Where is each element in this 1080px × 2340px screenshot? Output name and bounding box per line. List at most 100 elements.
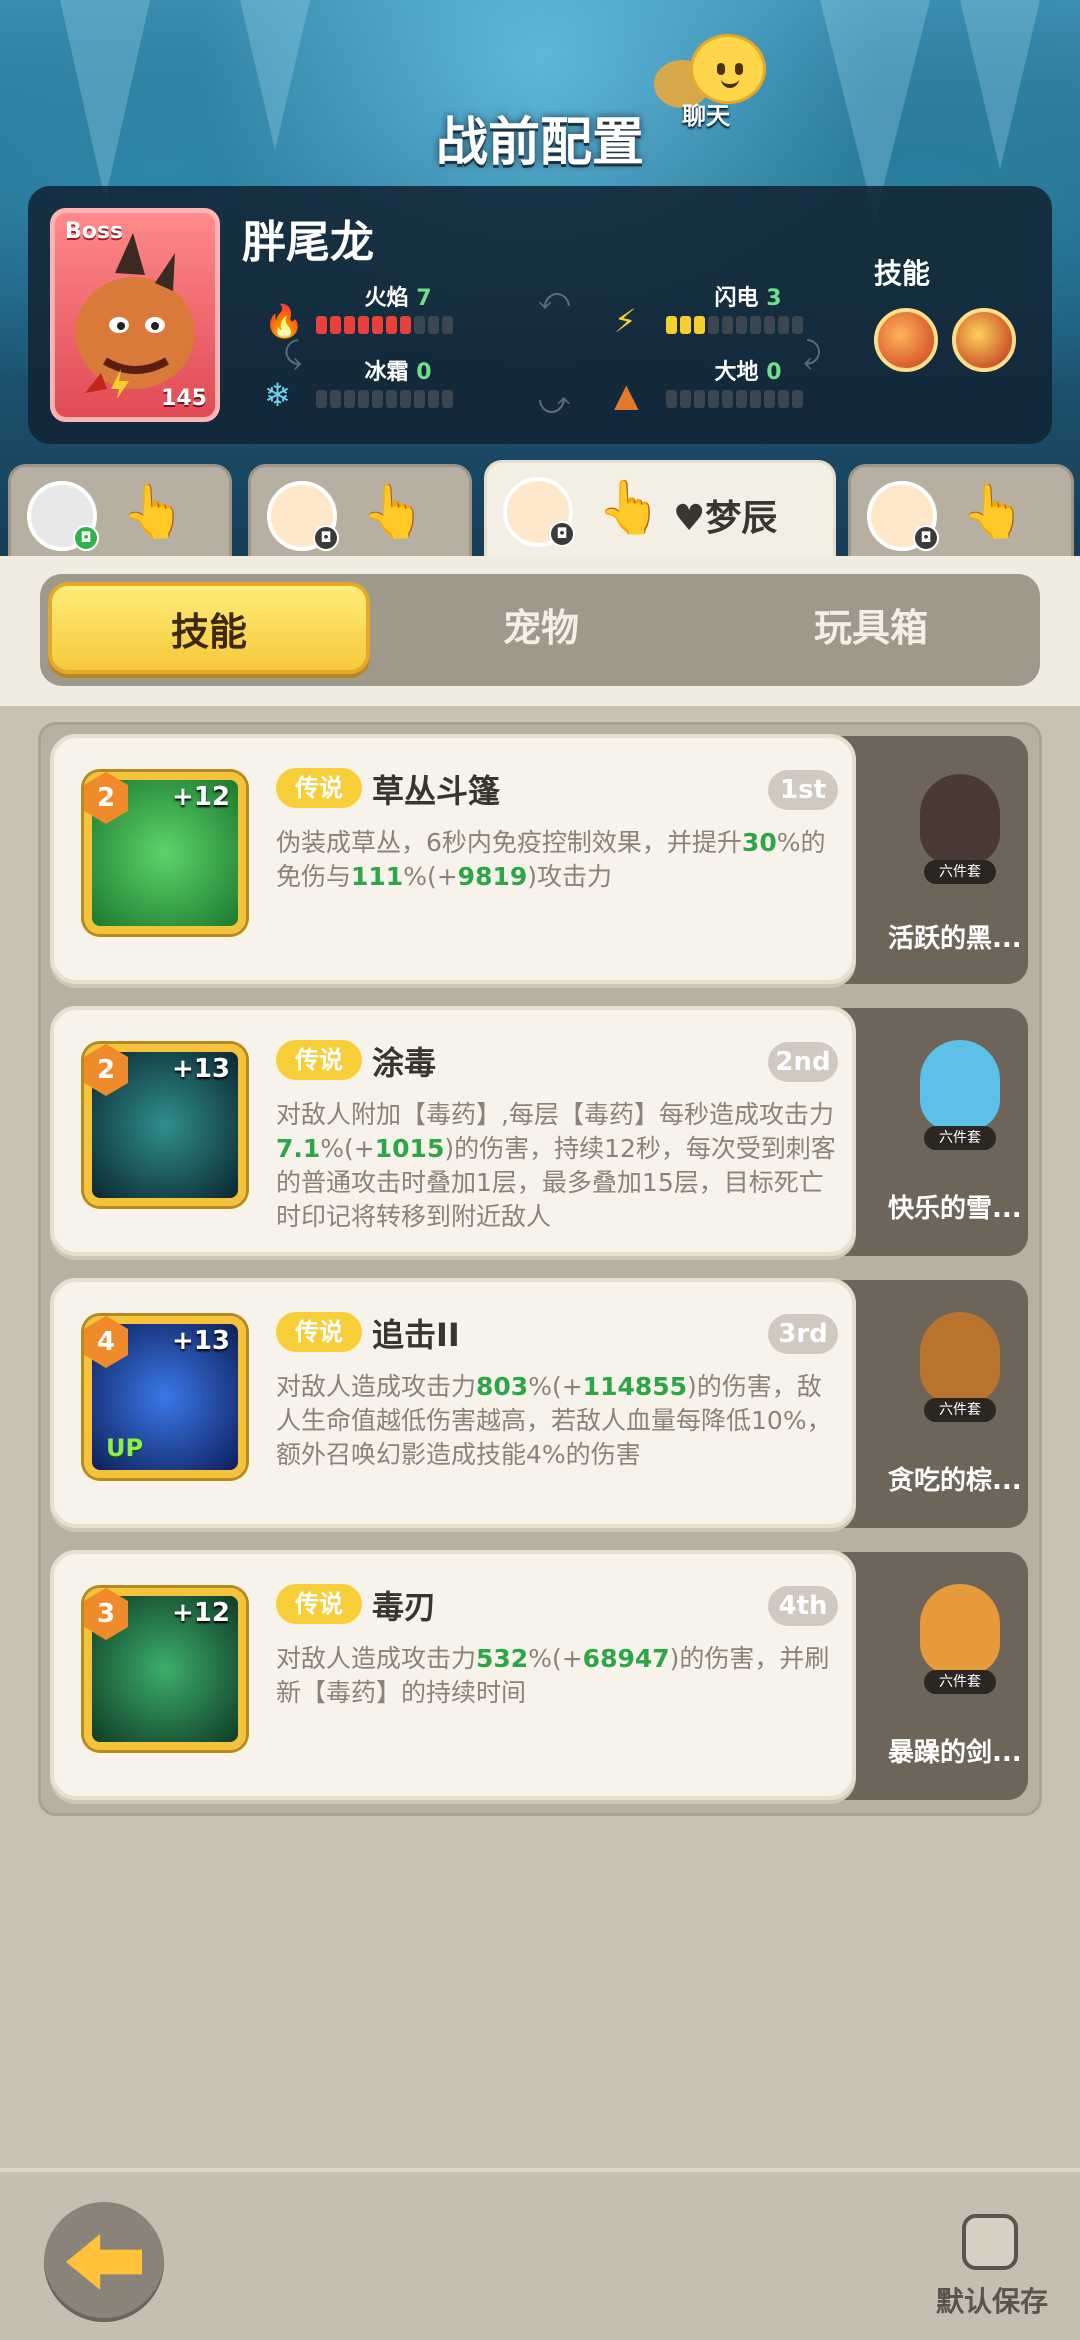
- avatar: ◘: [867, 481, 939, 551]
- skill-card[interactable]: +13 2 传说 涂毒 2nd 对敌人附加【毒药】,每层【毒药】每秒造成攻击力 7…: [50, 1006, 856, 1256]
- element-name: 冰霜: [364, 360, 409, 385]
- tap-hand-icon: 👆: [121, 482, 186, 542]
- element-bar-segment: [414, 316, 425, 334]
- pet-sword-cat-icon: 六件套: [910, 1574, 1010, 1694]
- boss-panel: Boss 145 胖尾龙 ⤺ ⤸ ⤻ ⤹ 火焰 7 🔥 闪电 3 ⚡ 冰霜 0 …: [28, 186, 1052, 444]
- skill-description-text: %(+: [320, 1134, 375, 1163]
- party-tab-4[interactable]: ◘ 👆: [848, 464, 1074, 562]
- avatar: ◘: [503, 477, 575, 547]
- element-bar-segment: [316, 316, 327, 334]
- rarity-badge: 传说: [276, 1584, 362, 1624]
- element-frost: 冰霜 0 ❄: [264, 354, 498, 414]
- skill-description-text: )攻击力: [527, 862, 613, 891]
- skill-value-highlight: 7.1: [276, 1134, 321, 1163]
- chat-button[interactable]: 聊天: [654, 30, 774, 130]
- element-value: 0: [766, 360, 782, 385]
- element-bar-segment: [330, 316, 341, 334]
- pet-name: 活跃的黑...: [888, 924, 1022, 954]
- avatar: ◘: [27, 481, 99, 551]
- skill-description: 对敌人造成攻击力532%(+68947)的伤害，并刷新【毒药】的持续时间: [276, 1642, 836, 1710]
- skill-description-text: %(+: [403, 862, 458, 891]
- element-bar-segment: [666, 316, 677, 334]
- role-badge-icon: ◘: [73, 525, 99, 551]
- back-button[interactable]: [44, 2202, 164, 2322]
- element-bar-segment: [694, 390, 705, 408]
- element-bar-segment: [778, 390, 789, 408]
- element-bar-segment: [736, 390, 747, 408]
- default-save-label: 默认保存: [936, 2285, 1049, 2318]
- skill-plus-level: +12: [172, 782, 230, 812]
- boss-name: 胖尾龙: [242, 217, 374, 268]
- skill-name: 追击II: [372, 1316, 460, 1354]
- element-bar-segment: [428, 390, 439, 408]
- skill-value-highlight: 111: [351, 862, 404, 891]
- back-arrow-icon: [66, 2234, 142, 2290]
- skill-description: 伪装成草丛，6秒内免疫控制效果，并提升30%的免伤与111%(+9819)攻击力: [276, 826, 836, 894]
- fire-icon: 🔥: [264, 302, 304, 340]
- bush-skill-icon: +12 2: [84, 772, 246, 934]
- party-tab-2[interactable]: ◘ 👆: [248, 464, 472, 562]
- party-tab-3[interactable]: ◘ 👆 ♥梦辰: [484, 460, 836, 564]
- element-bar-segment: [372, 316, 383, 334]
- cycle-arrow-icon: ⤻: [538, 386, 571, 421]
- lightning-icon: ⚡: [614, 302, 637, 340]
- skill-card[interactable]: +13 4 UP 传说 追击II 3rd 对敌人造成攻击力803%(+11485…: [50, 1278, 856, 1528]
- subtab-bar: 技能 宠物 玩具箱: [40, 574, 1040, 686]
- tab-pets[interactable]: 宠物: [380, 582, 702, 674]
- tab-toybox[interactable]: 玩具箱: [710, 582, 1032, 674]
- role-badge-icon: ◘: [313, 525, 339, 551]
- party-tab-1[interactable]: ◘ 👆: [8, 464, 232, 562]
- skill-card[interactable]: +12 3 传说 毒刃 4th 对敌人造成攻击力532%(+68947)的伤害，…: [50, 1550, 856, 1800]
- role-badge-icon: ◘: [549, 521, 575, 547]
- smiley-icon: [690, 34, 766, 104]
- skill-name: 草丛斗篷: [372, 772, 501, 810]
- pet-set-badge: 六件套: [924, 860, 996, 884]
- element-name: 闪电: [714, 286, 759, 311]
- element-bar-segment: [722, 316, 733, 334]
- rarity-badge: 传说: [276, 1040, 362, 1080]
- skill-level-badge: 2: [84, 772, 128, 824]
- element-bar-segment: [750, 390, 761, 408]
- boss-skill-fire-swirl-icon[interactable]: [874, 308, 938, 372]
- skill-plus-level: +12: [172, 1598, 230, 1628]
- skill-plus-level: +13: [172, 1326, 230, 1356]
- tab-skills[interactable]: 技能: [48, 582, 370, 674]
- boss-skill-fire-claw-icon[interactable]: [952, 308, 1016, 372]
- boss-skills-label: 技能: [874, 257, 931, 290]
- skull-blade-skill-icon: +12 3: [84, 1588, 246, 1750]
- element-earth: 大地 0 ▲: [614, 354, 848, 414]
- element-bar-segment: [750, 316, 761, 334]
- skill-value-highlight: 68947: [582, 1644, 670, 1673]
- pet-snow-creature-icon: 六件套: [910, 1030, 1010, 1150]
- skill-card[interactable]: +12 2 传说 草丛斗篷 1st 伪装成草丛，6秒内免疫控制效果，并提升30%…: [50, 734, 856, 984]
- skill-level-badge: 2: [84, 1044, 128, 1096]
- element-bar-segment: [792, 316, 803, 334]
- default-save-checkbox[interactable]: [962, 2214, 1018, 2270]
- element-bar-segment: [428, 316, 439, 334]
- pursuit-skill-icon: +13 4 UP: [84, 1316, 246, 1478]
- snowflake-icon: ❄: [264, 376, 291, 414]
- element-bar-segment: [316, 390, 327, 408]
- element-bar-segment: [680, 390, 691, 408]
- skill-level-badge: 4: [84, 1316, 128, 1368]
- element-bar-segment: [736, 316, 747, 334]
- skill-rank-badge: 4th: [768, 1586, 838, 1626]
- chat-label: 聊天: [682, 102, 730, 130]
- element-name: 大地: [714, 360, 759, 385]
- element-bar-segment: [358, 390, 369, 408]
- rarity-badge: 传说: [276, 768, 362, 808]
- skill-description: 对敌人附加【毒药】,每层【毒药】每秒造成攻击力7.1%(+1015)的伤害，持续…: [276, 1098, 836, 1234]
- pet-name: 贪吃的棕...: [888, 1466, 1022, 1496]
- element-value: 3: [766, 286, 782, 311]
- element-bar-segment: [708, 390, 719, 408]
- skill-value-highlight: 30: [741, 828, 777, 857]
- element-bar-segment: [400, 390, 411, 408]
- skill-description-text: %(+: [528, 1372, 583, 1401]
- poison-drop-skill-icon: +13 2: [84, 1044, 246, 1206]
- element-bar: [316, 316, 498, 334]
- element-lightning: 闪电 3 ⚡: [614, 280, 848, 340]
- boss-portrait[interactable]: Boss 145: [50, 208, 220, 422]
- element-fire: 火焰 7 🔥: [264, 280, 498, 340]
- avatar: ◘: [267, 481, 339, 551]
- earth-icon: ▲: [614, 376, 639, 414]
